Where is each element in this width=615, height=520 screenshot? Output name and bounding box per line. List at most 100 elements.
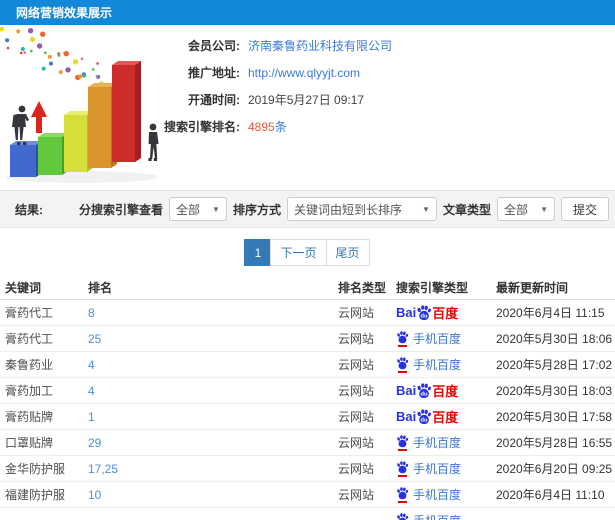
sort-label: 排序方式 (232, 202, 281, 217)
paw-underline (398, 448, 407, 451)
cell-keyword: 金华防护服 (5, 462, 66, 476)
table-row: 膏药贴牌 1 云网站 Bai du 百度 2020年5月30日 17:58 (0, 404, 615, 430)
svg-text:du: du (421, 417, 429, 423)
baidu-mobile-logo: 手机百度 (396, 434, 461, 451)
cell-keyword: 膏药加工 (5, 384, 54, 398)
businessman-left-icon (12, 105, 29, 145)
col-header-rank-type: 排名类型 (338, 280, 387, 295)
baidu-paw-icon: du (417, 382, 432, 398)
article-type-select[interactable]: 全部 ▼ (496, 197, 555, 221)
engine-rank-label: 搜索引擎排名: (164, 120, 240, 134)
col-header-rank: 排名 (88, 280, 113, 295)
paw-underline (398, 474, 407, 477)
chevron-down-icon: ▼ (540, 204, 548, 214)
table-row: 手机百度 (0, 508, 615, 520)
company-link[interactable]: 济南秦鲁药业科技有限公司 (248, 37, 392, 54)
cell-rank[interactable]: 29 (88, 436, 338, 450)
cell-updated: 2020年6月4日 11:15 (496, 306, 605, 320)
cell-keyword: 膏药代工 (5, 306, 54, 320)
cell-rank-type: 云网站 (338, 358, 375, 372)
cell-updated: 2020年5月30日 18:03 (496, 384, 613, 398)
table-row: 膏药加工 4 云网站 Bai du 百度 2020年5月30日 18:03 (0, 378, 615, 404)
baidu-mobile-logo: 手机百度 (396, 460, 461, 477)
cell-updated: 2020年5月30日 18:06 (496, 332, 613, 346)
info-row-rank-count: 搜索引擎排名: 4895条 (130, 118, 615, 135)
cell-engine: Bai du 百度 (396, 407, 496, 426)
cell-keyword: 膏药代工 (5, 332, 54, 346)
member-info: 会员公司: 济南秦鲁药业科技有限公司 推广地址: http://www.qlyy… (130, 37, 615, 135)
cell-keyword: 口罩贴牌 (5, 436, 54, 450)
cell-rank-type: 云网站 (338, 462, 375, 476)
baidu-paw-icon: du (417, 304, 432, 320)
cell-rank[interactable]: 25 (88, 332, 338, 346)
promo-url-link[interactable]: http://www.qlyyjt.com (248, 66, 360, 80)
svg-text:du: du (421, 313, 429, 319)
cell-updated: 2020年6月20日 09:25 (496, 462, 613, 476)
submit-button[interactable]: 提交 (560, 197, 609, 221)
cell-rank-type: 云网站 (338, 384, 375, 398)
cell-rank-type: 云网站 (338, 436, 375, 450)
title-bar: 网络营销效果展示 (0, 0, 615, 25)
table-row: 金华防护服 17,25 云网站 手机百度 2020年6月20日 09:25 (0, 456, 615, 482)
baidu-paw-icon (397, 512, 409, 520)
engine-filter-select[interactable]: 全部 ▼ (168, 197, 227, 221)
col-header-updated: 最新更新时间 (496, 280, 569, 295)
cell-rank[interactable]: 10 (88, 488, 338, 502)
filter-bar: 结果: 分搜索引擎查看 全部 ▼ 排序方式 关键词由短到长排序 ▼ 文章类型 全… (0, 190, 615, 228)
result-label: 结果: (15, 202, 43, 217)
page-title: 网络营销效果展示 (16, 6, 113, 20)
cell-rank[interactable]: 4 (88, 358, 338, 372)
cell-rank[interactable]: 8 (88, 306, 338, 320)
pagination: 1 下一页 尾页 (0, 239, 615, 266)
baidu-pc-logo: Bai du 百度 (396, 304, 459, 321)
info-row-open-time: 开通时间: 2019年5月27日 09:17 (130, 91, 615, 108)
results-table: 关键词 排名 排名类型 搜索引擎类型 最新更新时间 膏药代工 8 云网站 Bai du 百… (0, 275, 615, 520)
cell-rank-type: 云网站 (338, 306, 375, 320)
cell-engine: 手机百度 (396, 460, 496, 477)
baidu-paw-icon: du (417, 408, 432, 424)
table-row: 福建防护服 10 云网站 手机百度 2020年6月4日 11:10 (0, 482, 615, 508)
cell-updated: 2020年5月28日 16:55 (496, 436, 613, 450)
cell-rank-type: 云网站 (338, 488, 375, 502)
baidu-mobile-logo: 手机百度 (396, 356, 461, 373)
top-section: 会员公司: 济南秦鲁药业科技有限公司 推广地址: http://www.qlyy… (0, 25, 615, 190)
cell-keyword: 膏药贴牌 (5, 410, 54, 424)
baidu-mobile-logo: 手机百度 (396, 512, 461, 520)
cell-updated: 2020年5月30日 17:58 (496, 410, 613, 424)
chevron-down-icon: ▼ (212, 204, 220, 214)
open-time-value: 2019年5月27日 09:17 (248, 93, 365, 107)
baidu-paw-icon (397, 330, 409, 343)
page-1-button[interactable]: 1 (244, 239, 272, 266)
cell-keyword: 福建防护服 (5, 488, 66, 502)
cell-rank[interactable]: 17,25 (88, 462, 338, 476)
paw-underline (398, 344, 407, 347)
table-row: 口罩贴牌 29 云网站 手机百度 2020年5月28日 16:55 (0, 430, 615, 456)
next-page-button[interactable]: 下一页 (270, 239, 327, 266)
table-header: 关键词 排名 排名类型 搜索引擎类型 最新更新时间 (0, 275, 615, 300)
cell-engine: Bai du 百度 (396, 303, 496, 322)
rank-count-number: 4895 (248, 120, 275, 134)
cell-updated: 2020年5月28日 17:02 (496, 358, 613, 372)
up-arrow-icon (31, 101, 47, 133)
chevron-down-icon: ▼ (422, 204, 430, 214)
engine-filter-value: 全部 (175, 202, 200, 217)
cell-keyword: 秦鲁药业 (5, 358, 54, 372)
info-row-company: 会员公司: 济南秦鲁药业科技有限公司 (130, 37, 615, 54)
baidu-pc-logo: Bai du 百度 (396, 408, 459, 425)
cell-rank[interactable]: 1 (88, 410, 338, 424)
baidu-paw-icon (397, 356, 409, 369)
baidu-mobile-logo: 手机百度 (396, 330, 461, 347)
cell-rank[interactable]: 4 (88, 384, 338, 398)
sort-select[interactable]: 关键词由短到长排序 ▼ (286, 197, 437, 221)
info-row-url: 推广地址: http://www.qlyyjt.com (130, 64, 615, 81)
last-page-button[interactable]: 尾页 (325, 239, 370, 266)
cell-engine: 手机百度 (396, 330, 496, 347)
sort-value: 关键词由短到长排序 (293, 202, 402, 217)
cell-rank-type: 云网站 (338, 332, 375, 346)
engine-rank-value: 4895条 (248, 118, 287, 135)
col-header-engine: 搜索引擎类型 (396, 280, 469, 295)
table-row: 秦鲁药业 4 云网站 手机百度 2020年5月28日 17:02 (0, 352, 615, 378)
table-row: 膏药代工 25 云网站 手机百度 2020年5月30日 18:06 (0, 326, 615, 352)
table-body: 膏药代工 8 云网站 Bai du 百度 2020年6月4日 11:15 膏药代工 25 云网站手… (0, 300, 615, 520)
paw-underline (398, 370, 407, 373)
